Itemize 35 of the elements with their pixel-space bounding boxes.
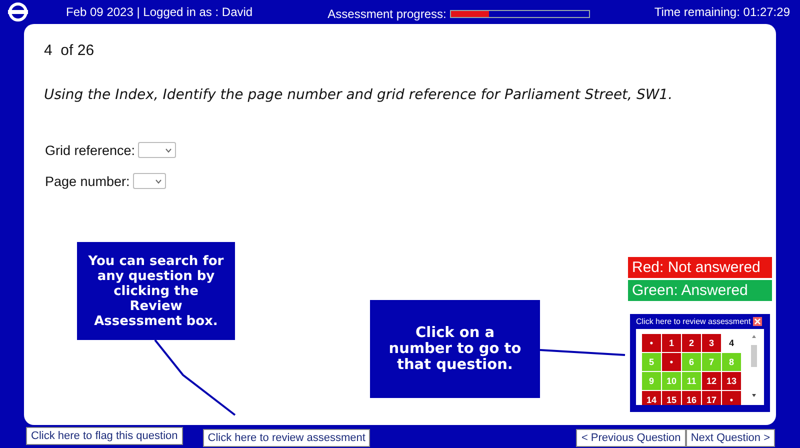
legend-item: Red: Not answered [628, 257, 772, 278]
field-label: Grid reference: [45, 142, 136, 158]
question-tile[interactable]: 3 [702, 334, 721, 352]
question-tile[interactable]: 2 [682, 334, 701, 352]
time-remaining: Time remaining: 01:27:29 [654, 5, 790, 19]
progress-label: Assessment progress: [328, 7, 446, 21]
legend-item: Green: Answered [628, 280, 772, 301]
roundel-logo [8, 2, 28, 22]
flag-button[interactable]: Click here to flag this question [26, 427, 183, 445]
tip-callout: You can search for any question by clicking the Review Assessment box. [77, 242, 235, 340]
question-tile[interactable]: • [662, 353, 681, 371]
previous-button[interactable]: < Previous Question [576, 429, 686, 447]
close-icon[interactable] [752, 317, 762, 326]
question-tile[interactable]: • [722, 391, 741, 405]
scrollbar[interactable] [750, 333, 758, 399]
question-text: Using the Index, Identify the page number and grid reference for Parliament Street, SW1. [44, 87, 673, 103]
question-tile[interactable]: 12 [702, 372, 721, 390]
chevron-down-icon [165, 148, 172, 152]
answer-dropdown[interactable] [138, 142, 176, 158]
question-tile[interactable]: 15 [662, 391, 681, 405]
question-tile[interactable]: 16 [682, 391, 701, 405]
question-tile[interactable]: 17 [702, 391, 721, 405]
review-button[interactable]: Click here to review assessment [202, 429, 370, 447]
panel-title[interactable]: Click here to review assessment [636, 317, 751, 326]
answer-dropdown[interactable] [132, 173, 166, 189]
question-tile[interactable]: • [642, 334, 661, 352]
chevron-down-icon [154, 178, 162, 184]
tip-callout: Click on a number to go to that question. [370, 300, 540, 398]
question-tile[interactable]: 14 [642, 391, 661, 405]
question-tile[interactable]: 1 [662, 334, 681, 352]
next-button[interactable]: Next Question > [686, 429, 775, 447]
field-label: Page number: [45, 174, 130, 188]
session-info: Feb 09 2023 | Logged in as : David [66, 5, 253, 19]
question-tile[interactable]: 13 [722, 372, 741, 390]
question-counter: 4 of 26 [44, 42, 94, 59]
